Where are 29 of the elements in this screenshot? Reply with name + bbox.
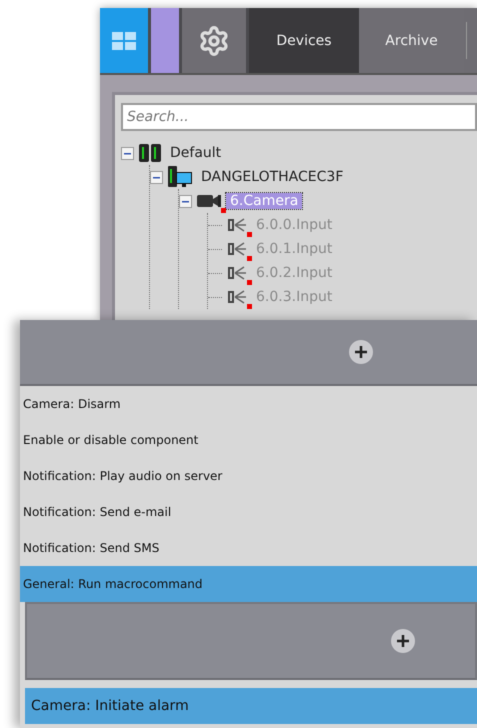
input-icon: [226, 265, 248, 281]
layouts-tile[interactable]: [100, 8, 151, 73]
grid-icon: [112, 32, 136, 50]
plus-icon: [354, 345, 368, 359]
action-item[interactable]: Enable or disable component: [20, 422, 477, 458]
collapse-toggle[interactable]: [179, 194, 192, 208]
tree-item[interactable]: DANGELOTHACEC3F: [197, 169, 348, 185]
accent-tile[interactable]: [151, 8, 182, 73]
server-rack-icon: [138, 142, 162, 164]
input-icon: [226, 241, 248, 257]
tree-item[interactable]: Default: [166, 145, 226, 161]
collapse-toggle[interactable]: [150, 170, 163, 184]
settings-icon: [198, 24, 230, 56]
action-item[interactable]: Notification: Play audio on server: [20, 458, 477, 494]
plus-icon: [396, 634, 410, 648]
camera-icon: [196, 193, 222, 209]
action-item[interactable]: General: Run macrocommand: [20, 566, 477, 602]
input-icon: [226, 217, 248, 233]
action-item[interactable]: Camera: Initiate alarm: [25, 688, 477, 724]
search-field[interactable]: Search...: [121, 103, 477, 131]
add-button[interactable]: [349, 340, 373, 364]
add-button[interactable]: [391, 629, 415, 653]
action-item[interactable]: Camera: Disarm: [20, 386, 477, 422]
toolbar-tab[interactable]: Devices: [249, 8, 359, 73]
input-icon: [226, 289, 248, 305]
action-item[interactable]: Notification: Send e-mail: [20, 494, 477, 530]
collapse-toggle[interactable]: [121, 146, 134, 160]
action-item[interactable]: Notification: Send SMS: [20, 530, 477, 566]
computer-icon: [167, 165, 193, 189]
